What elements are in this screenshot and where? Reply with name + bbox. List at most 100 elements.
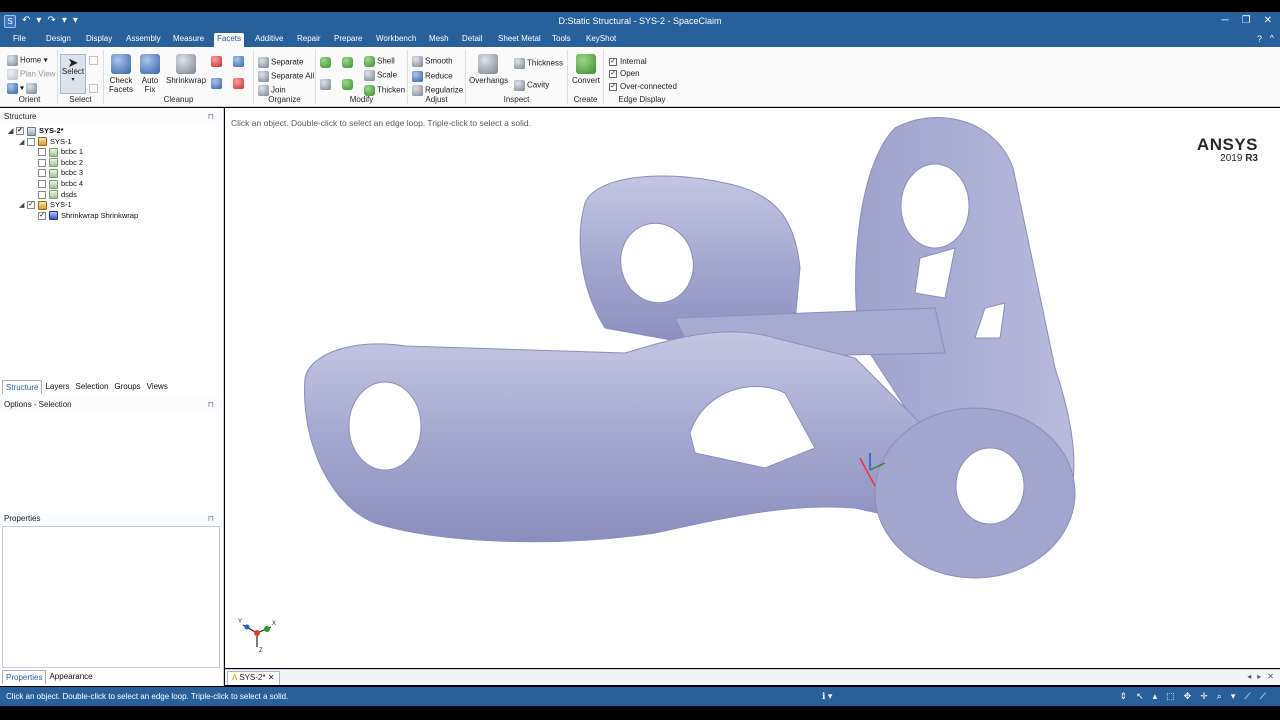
- menu-workbench[interactable]: Workbench: [373, 34, 419, 47]
- menu-repair[interactable]: Repair: [294, 34, 324, 47]
- separate-all-button[interactable]: Separate All: [258, 71, 314, 82]
- check-facets-button[interactable]: Check Facets: [108, 54, 134, 94]
- convert-button[interactable]: Convert: [571, 54, 601, 85]
- collapse-ribbon-icon[interactable]: ^: [1270, 33, 1274, 43]
- tree-item[interactable]: ◢ ✓ SYS-2*: [8, 126, 64, 136]
- tree-item[interactable]: bcbc 1: [30, 147, 83, 157]
- pin-icon[interactable]: ⊓: [208, 513, 214, 525]
- menu-tools[interactable]: Tools: [549, 34, 574, 47]
- tab-prev-icon[interactable]: ◂: [1247, 672, 1251, 681]
- tab-views[interactable]: Views: [144, 380, 171, 394]
- tab-layers[interactable]: Layers: [42, 380, 72, 394]
- thickness-button[interactable]: Thickness: [514, 58, 563, 69]
- tree-item[interactable]: ◢ ✓ SYS-1: [19, 200, 72, 210]
- view-cube-button[interactable]: ▾: [7, 83, 39, 94]
- menu-display[interactable]: Display: [83, 34, 115, 47]
- help-icon[interactable]: ?: [1257, 34, 1262, 44]
- overhangs-button[interactable]: Overhangs: [469, 54, 508, 85]
- cleanup-tool-4[interactable]: [233, 78, 246, 89]
- menu-keyshot[interactable]: KeyShot: [583, 34, 619, 47]
- up-arrow-icon[interactable]: ▴: [1153, 691, 1158, 702]
- visibility-checkbox[interactable]: ✓: [27, 201, 35, 210]
- modify-tool-4[interactable]: [342, 79, 355, 90]
- over-connected-checkbox[interactable]: ✓ Over-connected: [609, 82, 677, 91]
- tab-next-icon[interactable]: ▸: [1257, 672, 1261, 681]
- bracket-model[interactable]: [295, 108, 1095, 588]
- scale-button[interactable]: Scale: [364, 70, 397, 81]
- menu-additive[interactable]: Additive: [252, 34, 286, 47]
- tree-item[interactable]: bcbc 3: [30, 168, 83, 178]
- axis-triad-icon[interactable]: Y X Z: [237, 613, 277, 653]
- separate-button[interactable]: Separate: [258, 57, 303, 68]
- tab-groups[interactable]: Groups: [111, 380, 143, 394]
- spin-icon[interactable]: ⇕: [1120, 691, 1128, 702]
- pin-icon[interactable]: ⊓: [208, 111, 214, 123]
- visibility-checkbox[interactable]: [38, 148, 46, 157]
- close-tab-icon[interactable]: ✕: [268, 673, 275, 682]
- tab-appearance[interactable]: Appearance: [46, 670, 95, 684]
- info-icon[interactable]: ℹ ▾: [822, 691, 832, 702]
- visibility-checkbox[interactable]: [27, 137, 35, 146]
- menu-sheet-metal[interactable]: Sheet Metal: [495, 34, 544, 47]
- tree-item[interactable]: bcbc 2: [30, 158, 83, 168]
- tree-expander-icon[interactable]: ◢: [19, 201, 27, 211]
- minimize-button[interactable]: ─: [1222, 15, 1229, 26]
- menu-file[interactable]: File: [10, 34, 29, 47]
- pan-icon[interactable]: ✥: [1184, 691, 1192, 702]
- modify-tool-2[interactable]: [342, 57, 355, 68]
- visibility-checkbox[interactable]: [38, 190, 46, 199]
- visibility-checkbox[interactable]: ✓: [38, 211, 46, 220]
- cleanup-tool-3[interactable]: [211, 78, 224, 89]
- select-option-icon[interactable]: [89, 56, 98, 65]
- cleanup-tool-2[interactable]: [233, 56, 246, 67]
- tree-expander-icon[interactable]: ◢: [19, 138, 27, 148]
- select-button[interactable]: ➤ Select ▾: [60, 54, 86, 94]
- tree-item[interactable]: ✓ Shrinkwrap Shrinkwrap: [30, 211, 138, 221]
- menu-assembly[interactable]: Assembly: [123, 34, 164, 47]
- visibility-checkbox[interactable]: [38, 180, 46, 189]
- zoom-dropdown-icon[interactable]: ▾: [1231, 691, 1236, 702]
- close-window-button[interactable]: ✕: [1264, 15, 1272, 26]
- sketch-line-icon[interactable]: ⟋: [1244, 691, 1250, 702]
- sketch-plane-icon[interactable]: ⟋: [1260, 691, 1266, 702]
- move-icon[interactable]: ✛: [1200, 691, 1208, 702]
- maximize-button[interactable]: ❐: [1242, 15, 1251, 26]
- reduce-button[interactable]: Reduce: [412, 71, 453, 82]
- menu-detail[interactable]: Detail: [459, 34, 485, 47]
- visibility-checkbox[interactable]: ✓: [16, 127, 24, 136]
- smooth-button[interactable]: Smooth: [412, 56, 453, 67]
- tab-selection[interactable]: Selection: [72, 380, 111, 394]
- shell-button[interactable]: Shell: [364, 56, 395, 67]
- auto-fix-button[interactable]: Auto Fix: [138, 54, 162, 94]
- plan-view-button[interactable]: Plan View: [7, 69, 55, 80]
- tree-item[interactable]: bcbc 4: [30, 179, 83, 189]
- cavity-button[interactable]: Cavity: [514, 80, 549, 91]
- shrinkwrap-button[interactable]: Shrinkwrap: [166, 54, 206, 85]
- modify-tool-3[interactable]: [320, 79, 333, 90]
- menu-facets[interactable]: Facets: [214, 33, 245, 47]
- cleanup-tool-1[interactable]: [211, 56, 224, 67]
- tree-item[interactable]: ◢ SYS-1: [19, 137, 72, 147]
- visibility-checkbox[interactable]: [38, 158, 46, 167]
- open-checkbox[interactable]: ✓ Open: [609, 69, 640, 78]
- box-select-icon[interactable]: ⬚: [1166, 691, 1175, 702]
- menu-mesh[interactable]: Mesh: [426, 34, 452, 47]
- menu-design[interactable]: Design: [43, 34, 74, 47]
- properties-grid[interactable]: [2, 526, 220, 668]
- document-tab-sys2[interactable]: Λ SYS-2* ✕: [227, 671, 280, 685]
- pointer-icon[interactable]: ↖: [1136, 691, 1144, 702]
- pin-icon[interactable]: ⊓: [208, 399, 214, 411]
- tab-close-all-icon[interactable]: ✕: [1267, 672, 1274, 681]
- tab-structure[interactable]: Structure: [2, 380, 43, 394]
- graphics-viewport[interactable]: Click an object. Double-click to select …: [225, 108, 1280, 668]
- select-mode-icon[interactable]: [89, 84, 98, 93]
- zoom-icon[interactable]: ⌕: [1217, 691, 1222, 702]
- menu-prepare[interactable]: Prepare: [331, 34, 365, 47]
- modify-tool-1[interactable]: [320, 57, 333, 68]
- tab-properties[interactable]: Properties: [2, 670, 47, 684]
- menu-measure[interactable]: Measure: [170, 34, 207, 47]
- tree-item[interactable]: dsds: [30, 190, 77, 200]
- internal-checkbox[interactable]: ✓ Internal: [609, 57, 647, 66]
- visibility-checkbox[interactable]: [38, 169, 46, 178]
- home-button[interactable]: Home ▾: [7, 55, 48, 66]
